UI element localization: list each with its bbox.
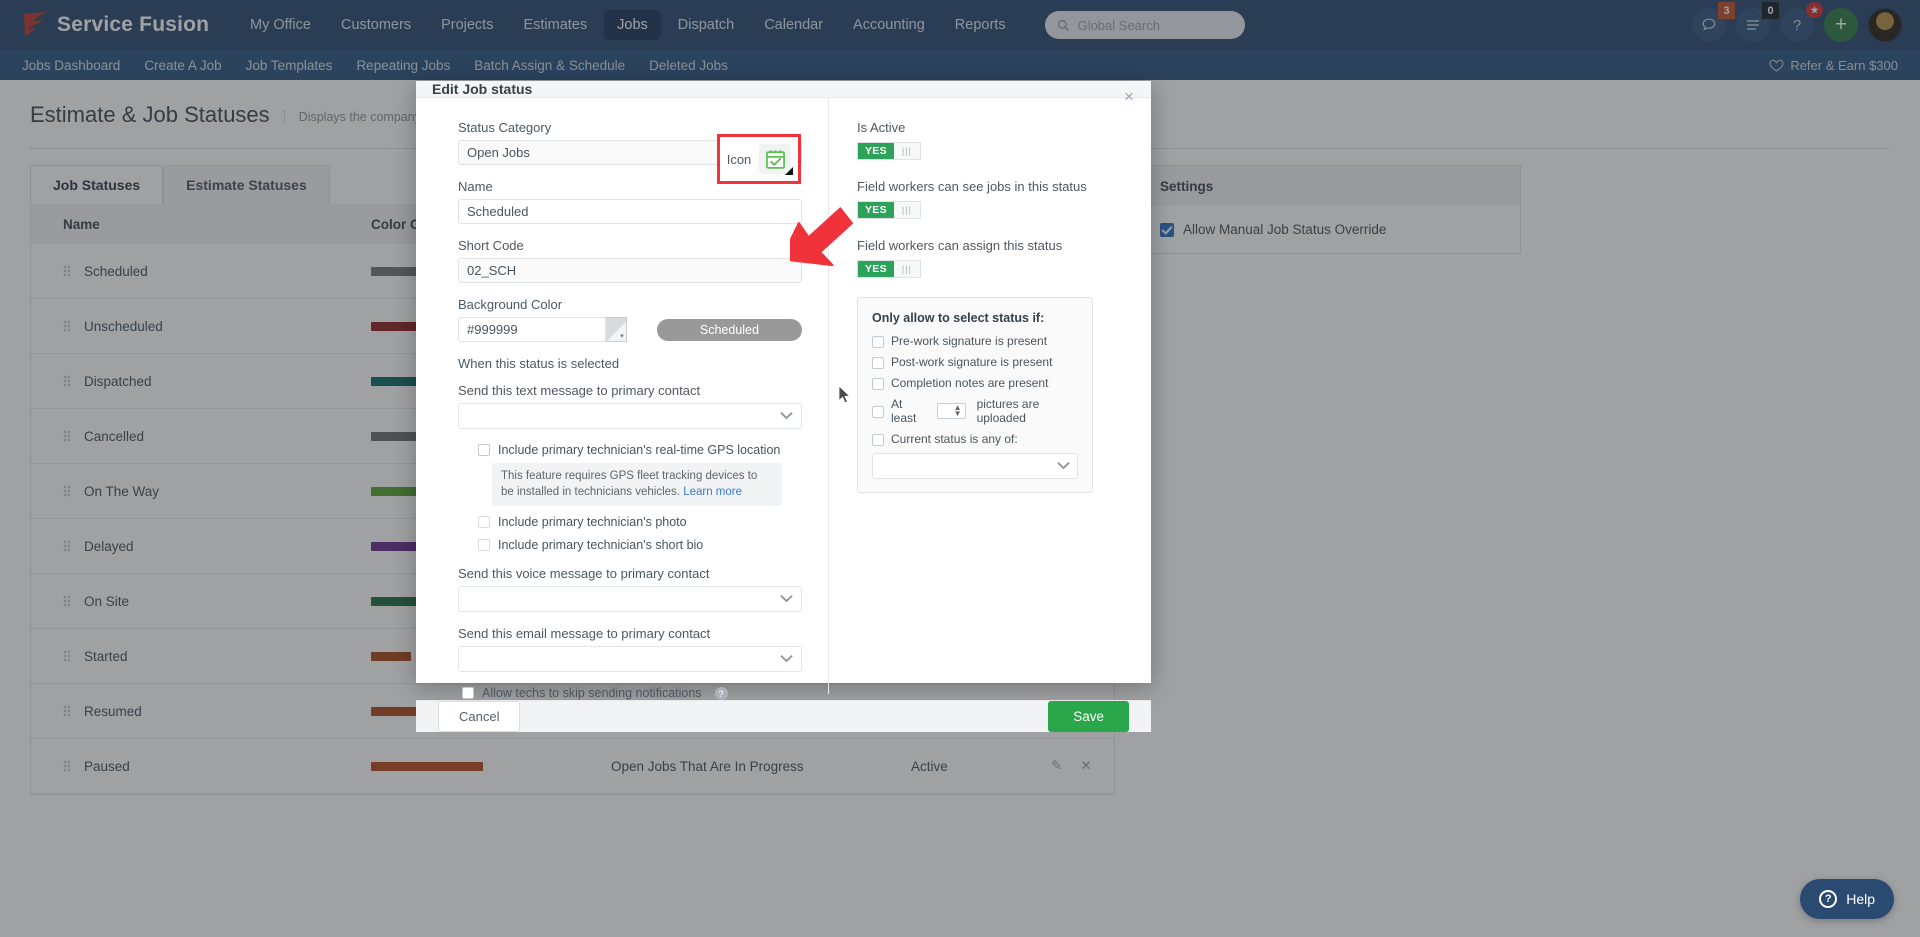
text-message-group: Send this text message to primary contac…: [458, 383, 802, 429]
name-input[interactable]: [458, 199, 802, 224]
rule-completion-notes-label: Completion notes are present: [891, 376, 1049, 390]
short-code-input[interactable]: [458, 258, 802, 283]
email-message-label: Send this email message to primary conta…: [458, 626, 711, 642]
field-workers-assign-toggle[interactable]: YES |||: [857, 260, 921, 278]
is-active-toggle-value: YES: [858, 143, 894, 159]
rule-prework-checkbox[interactable]: [872, 335, 884, 348]
annotation-arrow: [780, 185, 860, 275]
modal-footer: Cancel Save: [416, 700, 1151, 733]
rule-pictures-checkbox[interactable]: [872, 405, 884, 418]
include-bio-row[interactable]: Include primary technician's short bio: [478, 538, 802, 552]
include-gps-label: Include primary technician's real-time G…: [498, 443, 781, 457]
stepper-arrows-icon: ▲ ▼: [953, 403, 962, 418]
include-bio-label: Include primary technician's short bio: [498, 538, 704, 553]
chevron-down-icon: [780, 595, 793, 603]
text-message-label: Send this text message to primary contac…: [458, 383, 701, 398]
help-tooltip-icon[interactable]: ?: [714, 687, 728, 701]
is-active-label: Is Active: [857, 120, 906, 135]
modal-header: Edit Job status ×: [416, 81, 1151, 105]
field-workers-assign-group: Field workers can assign this status YES…: [857, 238, 1125, 278]
chevron-down-icon: [780, 655, 793, 663]
include-photo-checkbox[interactable]: [478, 516, 490, 529]
gps-note: This feature requires GPS fleet tracking…: [492, 463, 782, 507]
help-widget-button[interactable]: ? Help: [1800, 879, 1894, 919]
field-workers-see-toggle-value: YES: [858, 202, 894, 218]
icon-picker-button[interactable]: [759, 144, 794, 175]
background-color-input[interactable]: [458, 317, 606, 342]
chevron-down-icon: [1057, 462, 1070, 470]
rule-completion-notes-checkbox[interactable]: [872, 377, 884, 390]
toggle-handle-icon: |||: [893, 202, 920, 218]
close-icon[interactable]: ×: [1120, 88, 1138, 107]
rule-pictures-suffix: pictures are uploaded: [976, 397, 1040, 425]
current-status-select[interactable]: [872, 453, 1078, 479]
include-gps-checkbox[interactable]: [478, 444, 490, 456]
help-widget-label: Help: [1846, 891, 1875, 907]
question-circle-icon: ?: [1819, 890, 1838, 908]
field-workers-see-group: Field workers can see jobs in this statu…: [857, 179, 1125, 219]
field-workers-see-label: Field workers can see jobs in this statu…: [857, 179, 1087, 194]
status-category-label: Status Category: [458, 120, 552, 135]
is-active-group: Is Active YES |||: [857, 120, 1125, 160]
skip-notifications-row[interactable]: Allow techs to skip sending notification…: [462, 686, 802, 701]
email-message-group: Send this email message to primary conta…: [458, 626, 802, 673]
is-active-toggle[interactable]: YES |||: [857, 142, 921, 160]
color-picker-button[interactable]: ▾: [606, 317, 627, 342]
field-workers-assign-toggle-value: YES: [858, 261, 894, 277]
gps-learn-more-link[interactable]: Learn more: [683, 486, 742, 498]
field-workers-see-toggle[interactable]: YES |||: [857, 201, 921, 219]
name-group: Name: [458, 179, 802, 224]
rule-postwork-checkbox[interactable]: [872, 356, 884, 369]
status-category-value: Open Jobs: [467, 145, 530, 160]
skip-notifications-label: Allow techs to skip sending notification…: [482, 686, 702, 701]
modal-right-column: Is Active YES ||| Field workers can see …: [829, 120, 1151, 700]
modal-body: Status Category Open Jobs ✕ Name Short C…: [416, 98, 1151, 701]
when-selected-title: When this status is selected: [458, 356, 620, 371]
email-message-select[interactable]: [458, 646, 802, 673]
toggle-handle-icon: |||: [893, 261, 920, 277]
pictures-count-stepper[interactable]: ▲ ▼: [937, 403, 966, 419]
include-photo-label: Include primary technician's photo: [498, 515, 687, 530]
background-color-group: Background Color ▾ Scheduled: [458, 297, 802, 342]
text-message-select[interactable]: [458, 403, 802, 429]
rule-current-status[interactable]: Current status is any of:: [872, 432, 1078, 446]
short-code-group: Short Code: [458, 238, 802, 283]
status-rules-title: Only allow to select status if:: [872, 311, 1045, 325]
modal-title: Edit Job status: [432, 81, 533, 97]
rule-completion-notes[interactable]: Completion notes are present: [872, 376, 1078, 390]
short-code-label: Short Code: [458, 238, 524, 253]
toggle-handle-icon: |||: [893, 143, 920, 159]
icon-label: Icon: [726, 151, 752, 167]
include-photo-row[interactable]: Include primary technician's photo: [478, 515, 802, 529]
voice-message-label: Send this voice message to primary conta…: [458, 566, 710, 582]
rule-current-status-checkbox[interactable]: [872, 433, 884, 446]
cancel-button[interactable]: Cancel: [438, 701, 521, 733]
rule-prework-signature[interactable]: Pre-work signature is present: [872, 334, 1078, 348]
voice-message-group: Send this voice message to primary conta…: [458, 566, 802, 613]
rule-current-status-label: Current status is any of:: [891, 432, 1018, 446]
rule-postwork-label: Post-work signature is present: [891, 355, 1053, 369]
rule-prework-label: Pre-work signature is present: [891, 334, 1048, 348]
save-button[interactable]: Save: [1048, 701, 1129, 733]
rule-pictures-uploaded[interactable]: At least ▲ ▼ pictures are uploaded: [872, 397, 1078, 425]
background-color-label: Background Color: [458, 297, 563, 312]
rule-postwork-signature[interactable]: Post-work signature is present: [872, 355, 1078, 369]
status-preview-pill: Scheduled: [656, 318, 802, 341]
mouse-cursor: [838, 385, 851, 409]
status-rules-box: Only allow to select status if: Pre-work…: [857, 297, 1093, 493]
include-gps-row[interactable]: Include primary technician's real-time G…: [478, 443, 802, 457]
voice-message-select[interactable]: [458, 586, 802, 613]
calendar-check-icon: [765, 149, 785, 169]
chevron-down-icon: [780, 412, 793, 420]
modal-left-column: Status Category Open Jobs ✕ Name Short C…: [416, 120, 828, 701]
skip-notifications-checkbox[interactable]: [462, 687, 474, 700]
field-workers-assign-label: Field workers can assign this status: [857, 238, 1063, 253]
icon-picker-highlight: Icon: [717, 134, 801, 184]
rule-pictures-prefix: At least: [891, 397, 917, 425]
include-bio-checkbox[interactable]: [478, 539, 490, 552]
